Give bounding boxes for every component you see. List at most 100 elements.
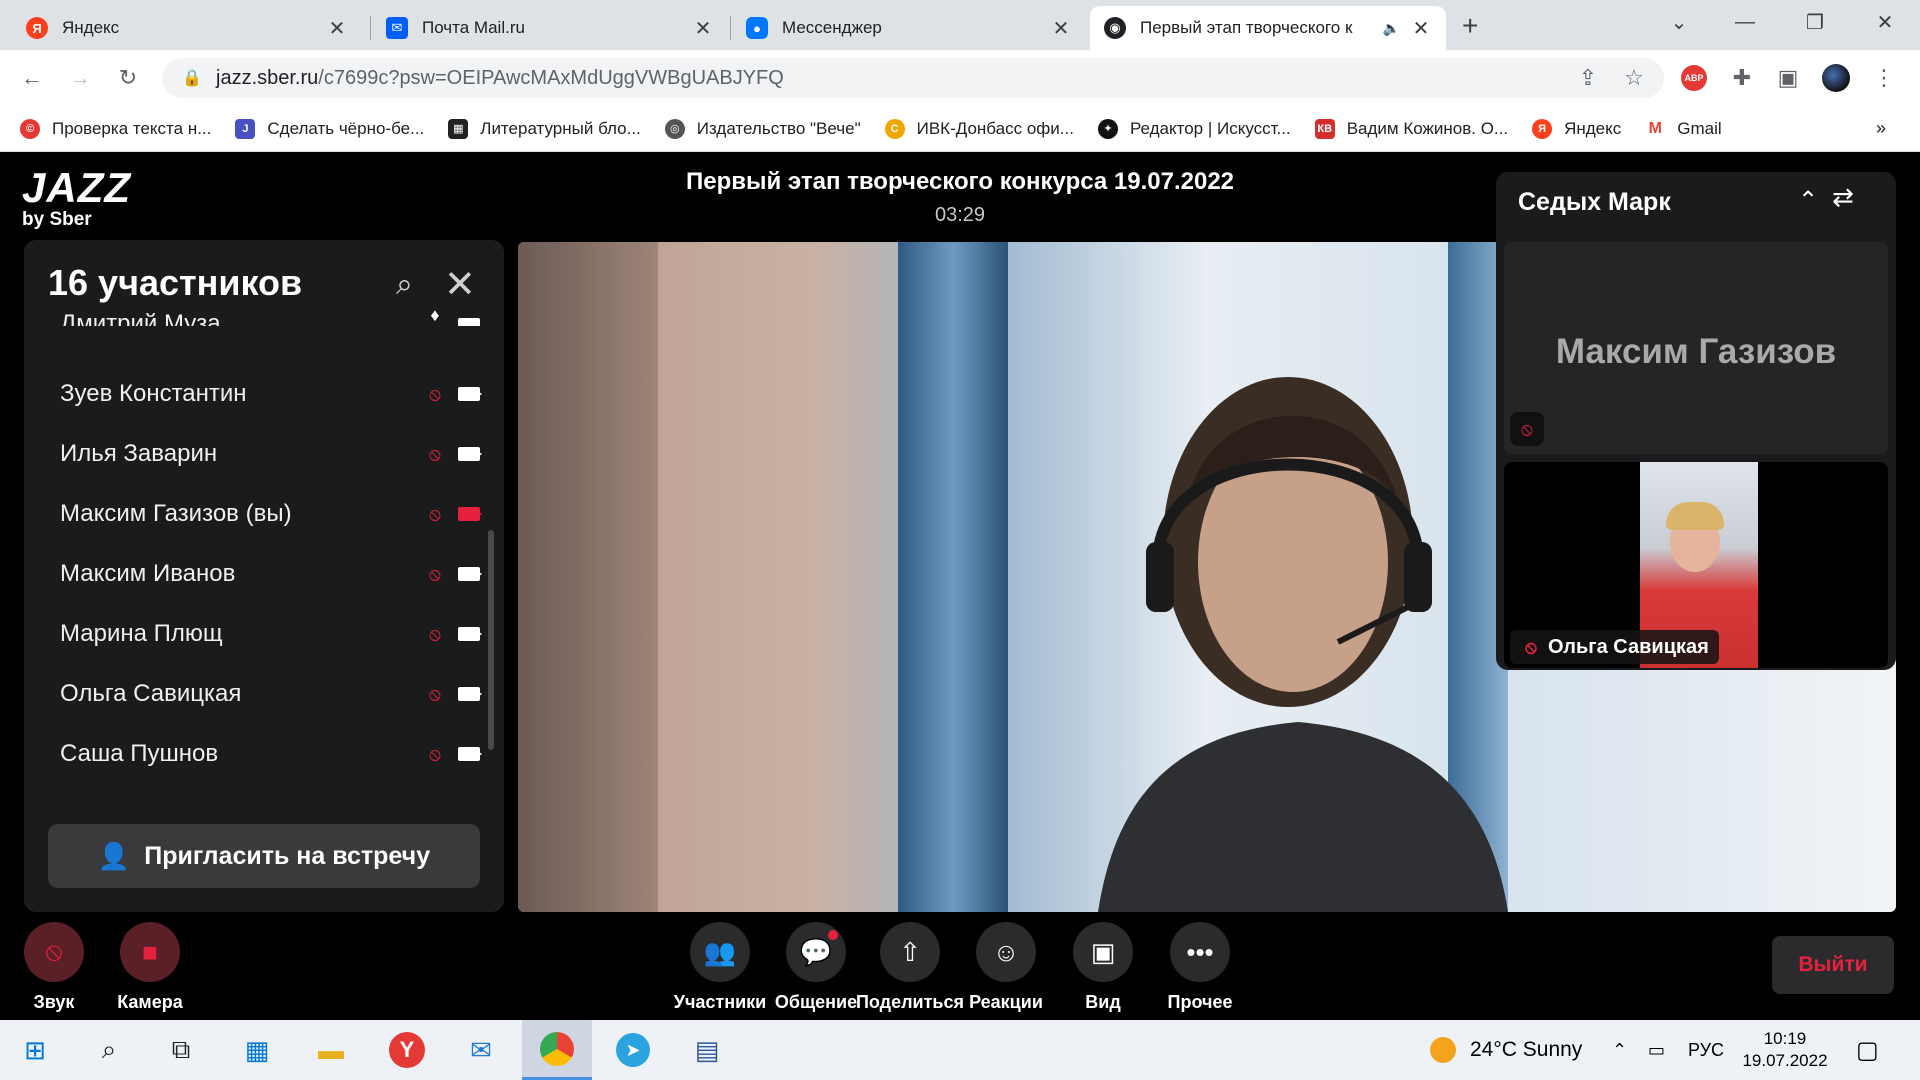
unread-dot [828,930,838,940]
forward-icon[interactable]: → [64,62,96,94]
messenger-icon: ● [746,17,768,39]
participant-row[interactable]: Марина Плющ ⦸ [60,614,482,654]
close-icon[interactable]: ✕ [326,16,348,41]
side-panel-icon[interactable]: ▣ [1772,62,1804,94]
participants-button[interactable]: 👥 Участники [672,922,768,1013]
participant-tile[interactable]: ⦸ Ольга Савицкая [1504,462,1888,668]
meeting-title: Первый этап творческого конкурса 19.07.2… [685,168,1235,195]
more-button[interactable]: ••• Прочее [1152,922,1248,1013]
tab-mail[interactable]: ✉ Почта Mail.ru ✕ [372,6,728,50]
participant-row[interactable]: Илья Заварин ⦸ [60,434,482,474]
tab-divider [730,16,731,40]
reactions-label: Реакции [969,992,1043,1012]
bookmark-icon: C [884,118,905,139]
weather-widget[interactable]: 24°C Sunny [1430,1020,1582,1080]
reactions-button[interactable]: ☺ Реакции [958,922,1054,1013]
notifications-icon[interactable]: ▢ [1856,1020,1879,1080]
browser-toolbar: ← → ↻ 🔒 jazz.sber.ru/c7699c?psw=OEIPAwcM… [0,50,1920,106]
extensions-icon[interactable]: ✚ [1726,62,1758,94]
tab-search-icon[interactable]: ⌄ [1654,0,1704,44]
participant-row[interactable]: Максим Газизов (вы) ⦸ [60,494,482,534]
mail-icon[interactable]: ✉ [446,1020,516,1080]
bookmark-icon: КВ [1314,118,1335,139]
participant-name: Илья Заварин [60,440,218,467]
share-page-icon[interactable]: ⇪ [1572,62,1604,94]
swap-view-icon[interactable]: ⇄ [1832,182,1854,213]
minimize-icon[interactable]: — [1720,0,1770,44]
profile-avatar[interactable] [1820,62,1852,94]
camera-label: Камера [117,992,183,1012]
chat-button[interactable]: 💬 Общение [768,922,864,1013]
yandex-browser-icon[interactable]: Y [372,1020,442,1080]
bookmark-item[interactable]: ▦ Литературный бло... [448,118,641,139]
menu-icon[interactable]: ⋮ [1868,62,1900,94]
participant-row[interactable]: Максим Иванов ⦸ [60,554,482,594]
bookmark-item[interactable]: КВ Вадим Кожинов. О... [1314,118,1508,139]
camera-icon [458,567,482,581]
bookmark-icon: © [20,118,40,139]
more-icon: ••• [1170,922,1230,982]
bookmark-item[interactable]: J Сделать чёрно-бе... [235,118,424,139]
telegram-icon[interactable]: ➤ [598,1020,668,1080]
speaker-icon[interactable]: 🔈 [1383,20,1400,37]
sound-button[interactable]: ⦸ Звук [6,922,102,1013]
invite-label: Пригласить на встречу [144,841,431,870]
bookmark-item[interactable]: ◎ Издательство "Вече" [664,118,861,139]
reload-icon[interactable]: ↻ [112,62,144,94]
system-clock[interactable]: 10:19 19.07.2022 [1740,1028,1830,1072]
chrome-icon[interactable] [522,1020,592,1080]
participant-row[interactable]: Дмитрий Муза ♦ [60,296,480,326]
yandex-icon: Я [1532,118,1553,139]
yandex-icon: Я [26,17,48,39]
document-app-icon[interactable]: ▤ [672,1020,742,1080]
participants-scrollbar[interactable] [488,530,494,750]
battery-icon[interactable]: ▭ [1648,1020,1665,1080]
tab-title: Мессенджер [782,18,882,37]
window-close-icon[interactable]: ✕ [1860,0,1910,44]
invite-button[interactable]: 👤 Пригласить на встречу [48,824,480,888]
bookmark-star-icon[interactable]: ☆ [1618,62,1650,94]
camera-button[interactable]: ■ Камера [102,922,198,1013]
task-view-icon[interactable]: ⧉ [146,1020,216,1080]
restore-icon[interactable]: ❐ [1790,0,1840,44]
new-tab-icon[interactable]: + [1462,10,1478,42]
adblock-icon[interactable]: ABP [1678,62,1710,94]
bookmark-item[interactable]: C ИВК-Донбасс офи... [884,118,1074,139]
bookmark-item[interactable]: ✦ Редактор | Искусст... [1097,118,1291,139]
share-button[interactable]: ⇧ Поделиться [856,922,964,1013]
leave-button[interactable]: Выйти [1772,936,1894,994]
close-icon[interactable]: ✕ [1410,16,1432,41]
file-explorer-icon[interactable]: ▬ [296,1020,366,1080]
participant-row[interactable]: Саша Пушнов ⦸ [60,734,482,774]
video-bg-wall [518,242,658,912]
language-indicator[interactable]: РУС [1688,1020,1724,1080]
participant-row[interactable]: Ольга Савицкая ⦸ [60,674,482,714]
view-button[interactable]: ▣ Вид [1055,922,1151,1013]
tab-messenger[interactable]: ● Мессенджер ✕ [732,6,1086,50]
tile-participant-name: Максим Газизов [1555,332,1837,371]
windows-start-icon[interactable]: ⊞ [0,1020,70,1080]
close-icon[interactable]: ✕ [1050,16,1072,41]
bookmark-item[interactable]: M Gmail [1645,118,1722,139]
bookmark-item[interactable]: Я Яндекс [1532,118,1622,139]
mic-icon: ♦ [430,305,440,325]
participant-row[interactable]: Зуев Константин ⦸ [60,374,482,414]
camera-icon [458,318,480,326]
search-icon[interactable]: ⌕ [74,1020,144,1080]
bookmarks-overflow-icon[interactable]: » [1876,118,1886,139]
close-icon[interactable]: ✕ [692,16,714,41]
bookmark-label: Яндекс [1564,118,1622,138]
bookmark-item[interactable]: © Проверка текста н... [20,118,211,139]
back-icon[interactable]: ← [16,62,48,94]
chevron-up-icon[interactable]: ⌃ [1798,186,1818,215]
chat-label: Общение [774,992,858,1012]
share-screen-icon: ⇧ [880,922,940,982]
participant-tile[interactable]: Максим Газизов ⦸ [1504,242,1888,454]
chevron-up-icon[interactable]: ⌃ [1612,1020,1627,1080]
windows-taskbar: ⊞ ⌕ ⧉ ▦ ▬ Y ✉ ➤ ▤ 24°C Sunny ⌃ ▭ РУС 10:… [0,1020,1920,1080]
store-icon[interactable]: ▦ [222,1020,292,1080]
tab-jazz-meeting[interactable]: ◉ Первый этап творческого к 🔈 ✕ [1090,6,1446,50]
address-bar[interactable]: 🔒 jazz.sber.ru/c7699c?psw=OEIPAwcMAxMdUg… [162,58,1664,98]
tab-title: Яндекс [62,18,120,37]
tab-yandex[interactable]: Я Яндекс ✕ [12,6,362,50]
